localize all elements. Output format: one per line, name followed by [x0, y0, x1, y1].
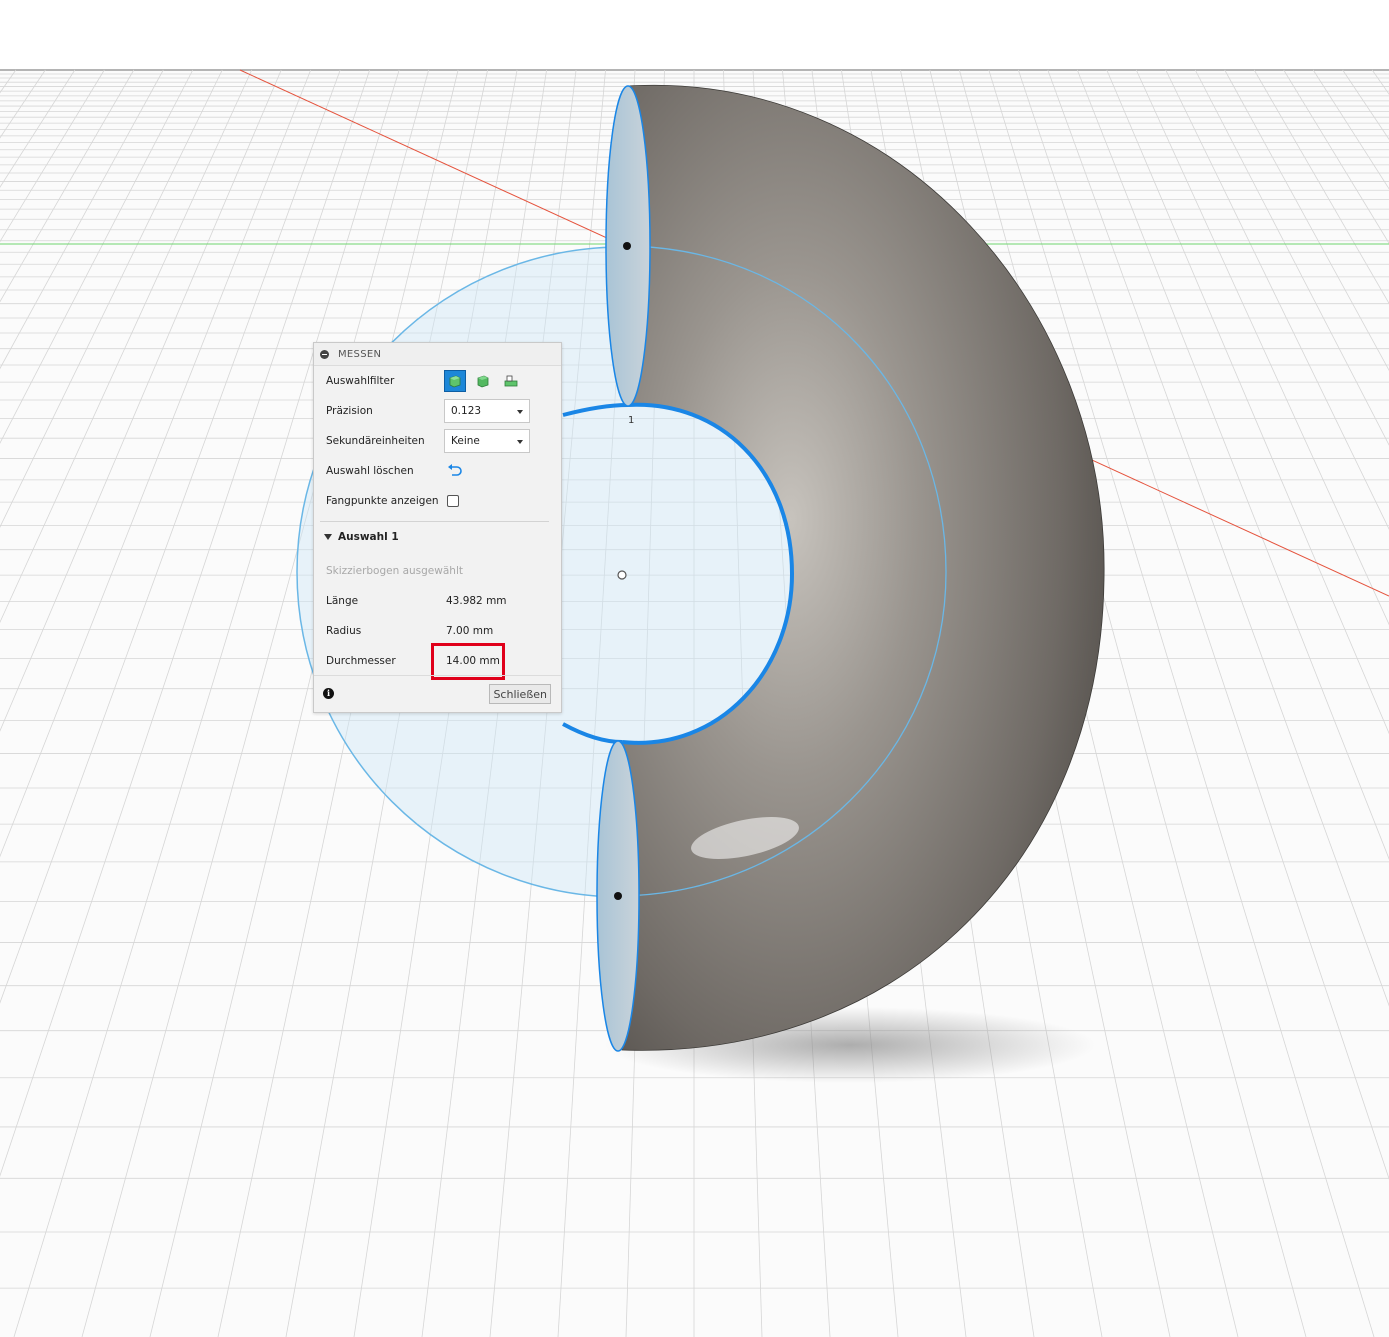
close-button[interactable]: Schließen — [489, 684, 551, 704]
3d-viewport[interactable]: 1 — [0, 0, 1389, 1337]
point-label: 1 — [628, 415, 634, 426]
edge-filter-icon[interactable] — [500, 370, 522, 392]
panel-footer: i Schließen — [314, 675, 561, 712]
selection-section-header[interactable]: Auswahl 1 — [324, 531, 399, 543]
radius-row: Radius 7.00 mm — [326, 618, 551, 644]
selection-filter-label: Auswahlfilter — [326, 375, 395, 387]
info-icon[interactable]: i — [323, 688, 334, 699]
radius-label: Radius — [326, 625, 362, 637]
clear-selection-label: Auswahl löschen — [326, 465, 414, 477]
center-point[interactable] — [617, 570, 627, 580]
secondary-units-row: Sekundäreinheiten Keine — [326, 428, 551, 454]
precision-row: Präzision 0.123 — [326, 398, 551, 424]
secondary-units-label: Sekundäreinheiten — [326, 435, 425, 447]
panel-title: MESSEN — [338, 348, 382, 360]
diameter-label: Durchmesser — [326, 655, 396, 667]
collapse-icon[interactable] — [320, 349, 329, 359]
secondary-units-select[interactable]: Keine — [444, 429, 530, 453]
length-label: Länge — [326, 595, 359, 607]
length-value: 43.982 mm — [446, 595, 507, 607]
sketch-point-bottom[interactable] — [614, 892, 622, 900]
undo-icon[interactable] — [444, 460, 466, 482]
snap-points-checkbox[interactable] — [447, 495, 459, 507]
panel-header: MESSEN — [314, 343, 561, 366]
radius-value: 7.00 mm — [446, 625, 494, 637]
chevron-down-icon — [517, 410, 523, 414]
triangle-down-icon — [324, 534, 332, 540]
snap-points-row: Fangpunkte anzeigen — [326, 488, 551, 514]
length-row: Länge 43.982 mm — [326, 588, 551, 614]
precision-select[interactable]: 0.123 — [444, 399, 530, 423]
face-filter-icon[interactable] — [472, 370, 494, 392]
precision-label: Präzision — [326, 405, 373, 417]
measure-panel: MESSEN Auswahlfilter Präzision 0.123 Sek… — [313, 342, 562, 713]
secondary-units-value: Keine — [451, 435, 480, 447]
selected-type-row: Skizzierbogen ausgewählt — [326, 558, 551, 584]
snap-points-label: Fangpunkte anzeigen — [326, 495, 439, 507]
divider — [320, 521, 549, 522]
chevron-down-icon — [517, 440, 523, 444]
body-filter-icon[interactable] — [444, 370, 466, 392]
sketch-point-top[interactable] — [623, 242, 631, 250]
precision-value: 0.123 — [451, 405, 482, 417]
selected-type-text: Skizzierbogen ausgewählt — [326, 565, 463, 577]
selection-filter-row: Auswahlfilter — [326, 368, 551, 394]
clear-selection-row: Auswahl löschen — [326, 458, 551, 484]
section-title: Auswahl 1 — [338, 531, 399, 543]
